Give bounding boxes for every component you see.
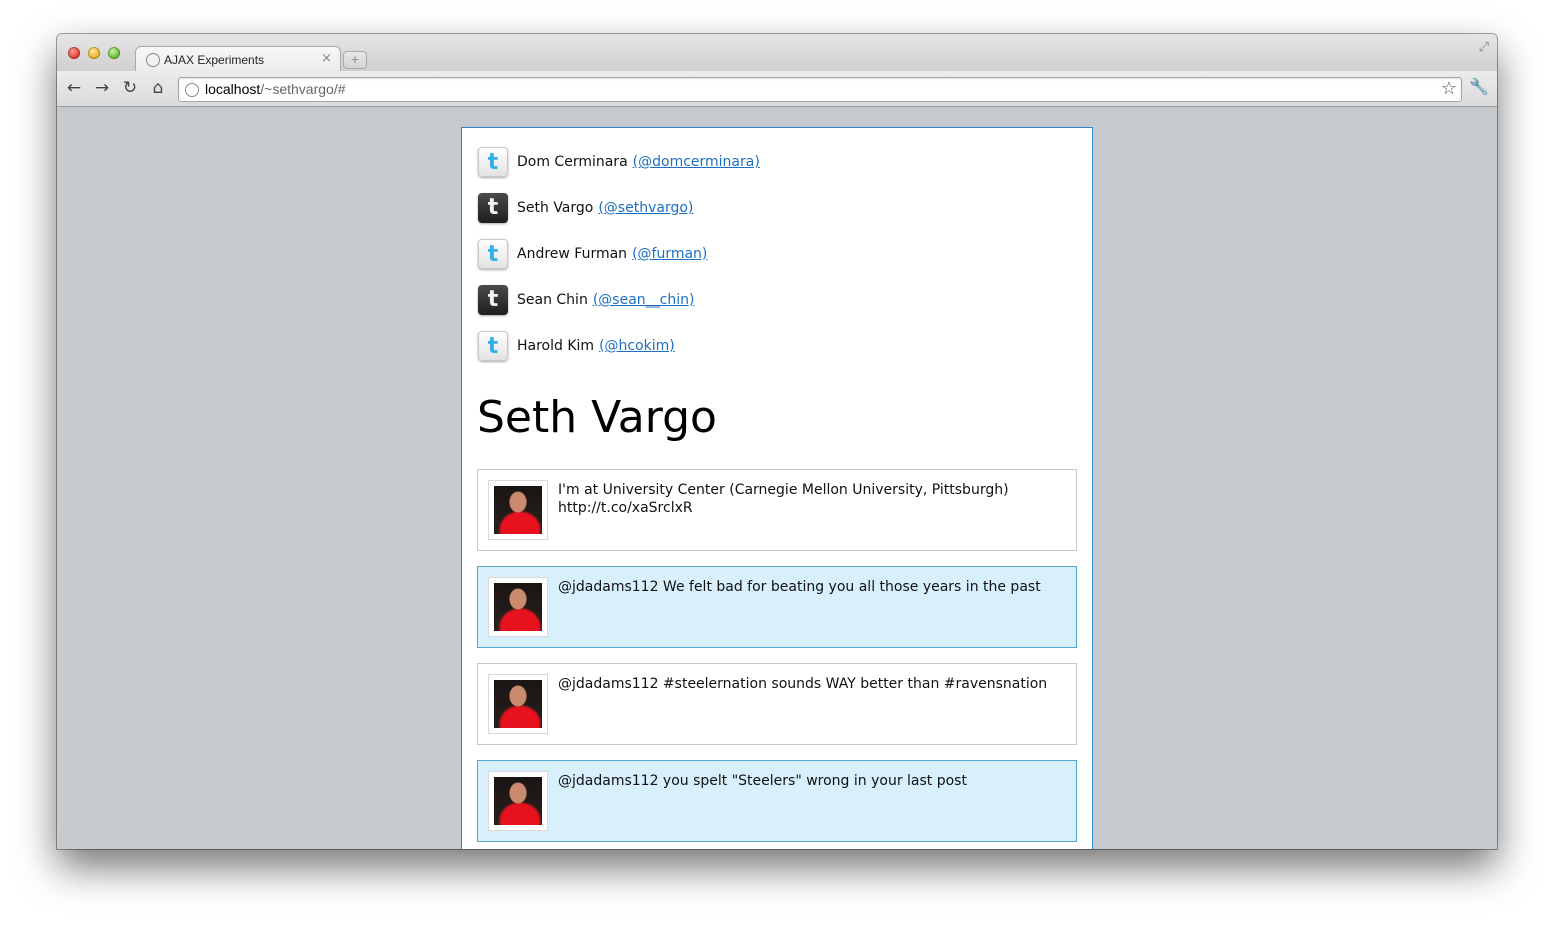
person-item: t Dom Cerminara (@domcerminara) [478, 146, 760, 178]
back-arrow-icon[interactable]: ← [63, 77, 85, 99]
forward-arrow-icon[interactable]: → [91, 77, 113, 99]
person-handle-link[interactable]: (@sean__chin) [593, 292, 695, 308]
avatar [488, 480, 548, 540]
tweet-text-line: @jdadams112 you spelt "Steelers" wrong i… [558, 773, 967, 789]
tab-title: AJAX Experiments [164, 53, 265, 67]
selected-user-heading: Seth Vargo [477, 392, 717, 443]
avatar-image [494, 777, 542, 825]
avatar [488, 771, 548, 831]
address-bar[interactable]: localhost/~sethvargo/# ☆ [178, 77, 1462, 102]
avatar-image [494, 583, 542, 631]
tweet-text-line: @jdadams112 #steelernation sounds WAY be… [558, 676, 1048, 692]
browser-window: AJAX Experiments × + ⤢ ← → ↻ ⌂ localhost… [57, 34, 1497, 849]
url-host: localhost [205, 81, 261, 97]
tweet-text: @jdadams112 you spelt "Steelers" wrong i… [558, 772, 1058, 790]
star-icon[interactable]: ☆ [1441, 78, 1457, 99]
person-name: Seth Vargo [517, 200, 594, 216]
tweet-item: @jdadams112 We felt bad for beating you … [477, 566, 1077, 648]
new-tab-button[interactable]: + [343, 51, 367, 69]
browser-tab[interactable]: AJAX Experiments × [135, 46, 341, 73]
person-handle-link[interactable]: (@hcokim) [599, 338, 675, 354]
person-handle-link[interactable]: (@domcerminara) [633, 154, 760, 170]
person-name: Harold Kim [517, 338, 595, 354]
url-path: /~sethvargo/# [260, 81, 346, 97]
tweet-list: I'm at University Center (Carnegie Mello… [477, 469, 1077, 849]
close-window-button[interactable] [68, 47, 80, 59]
title-bar: AJAX Experiments × + ⤢ [57, 34, 1497, 73]
page-viewport: t Dom Cerminara (@domcerminara) t Seth V… [57, 107, 1497, 849]
people-list: t Dom Cerminara (@domcerminara) t Seth V… [478, 146, 760, 376]
person-name: Dom Cerminara [517, 154, 628, 170]
person-name: Andrew Furman [517, 246, 628, 262]
person-item: t Harold Kim (@hcokim) [478, 330, 760, 362]
reload-icon[interactable]: ↻ [119, 77, 141, 99]
zoom-window-button[interactable] [108, 47, 120, 59]
avatar [488, 577, 548, 637]
minimize-window-button[interactable] [88, 47, 100, 59]
content-container: t Dom Cerminara (@domcerminara) t Seth V… [461, 127, 1093, 849]
tweet-item: I'm at University Center (Carnegie Mello… [477, 469, 1077, 551]
tweet-text: @jdadams112 #steelernation sounds WAY be… [558, 675, 1058, 693]
globe-icon [146, 53, 160, 67]
tweet-item: @jdadams112 you spelt "Steelers" wrong i… [477, 760, 1077, 842]
wrench-icon[interactable]: 🔧 [1469, 77, 1489, 96]
expand-icon[interactable]: ⤢ [1479, 40, 1489, 55]
twitter-icon: t [478, 331, 508, 361]
person-item: t Sean Chin (@sean__chin) [478, 284, 760, 316]
tweet-text: @jdadams112 We felt bad for beating you … [558, 578, 1058, 596]
home-icon[interactable]: ⌂ [147, 77, 169, 99]
avatar-image [494, 680, 542, 728]
person-name: Sean Chin [517, 292, 588, 308]
person-item: t Seth Vargo (@sethvargo) [478, 192, 760, 224]
twitter-icon: t [478, 239, 508, 269]
browser-toolbar: ← → ↻ ⌂ localhost/~sethvargo/# ☆ 🔧 [57, 71, 1497, 107]
address-url[interactable]: localhost/~sethvargo/# [205, 81, 346, 97]
twitter-icon: t [478, 147, 508, 177]
twitter-icon: t [478, 285, 508, 315]
person-handle-link[interactable]: (@furman) [632, 246, 707, 262]
globe-icon [185, 83, 199, 97]
person-item: t Andrew Furman (@furman) [478, 238, 760, 270]
person-handle-link[interactable]: (@sethvargo) [598, 200, 693, 216]
tweet-text: I'm at University Center (Carnegie Mello… [558, 481, 1058, 517]
tab-close-icon[interactable]: × [321, 51, 332, 66]
tweet-text-line: @jdadams112 We felt bad for beating you … [558, 579, 1041, 595]
tweet-item: @jdadams112 #steelernation sounds WAY be… [477, 663, 1077, 745]
avatar [488, 674, 548, 734]
avatar-image [494, 486, 542, 534]
tweet-text-line: I'm at University Center (Carnegie Mello… [558, 482, 1009, 498]
tweet-text-line: http://t.co/xaSrclxR [558, 500, 693, 516]
twitter-icon: t [478, 193, 508, 223]
